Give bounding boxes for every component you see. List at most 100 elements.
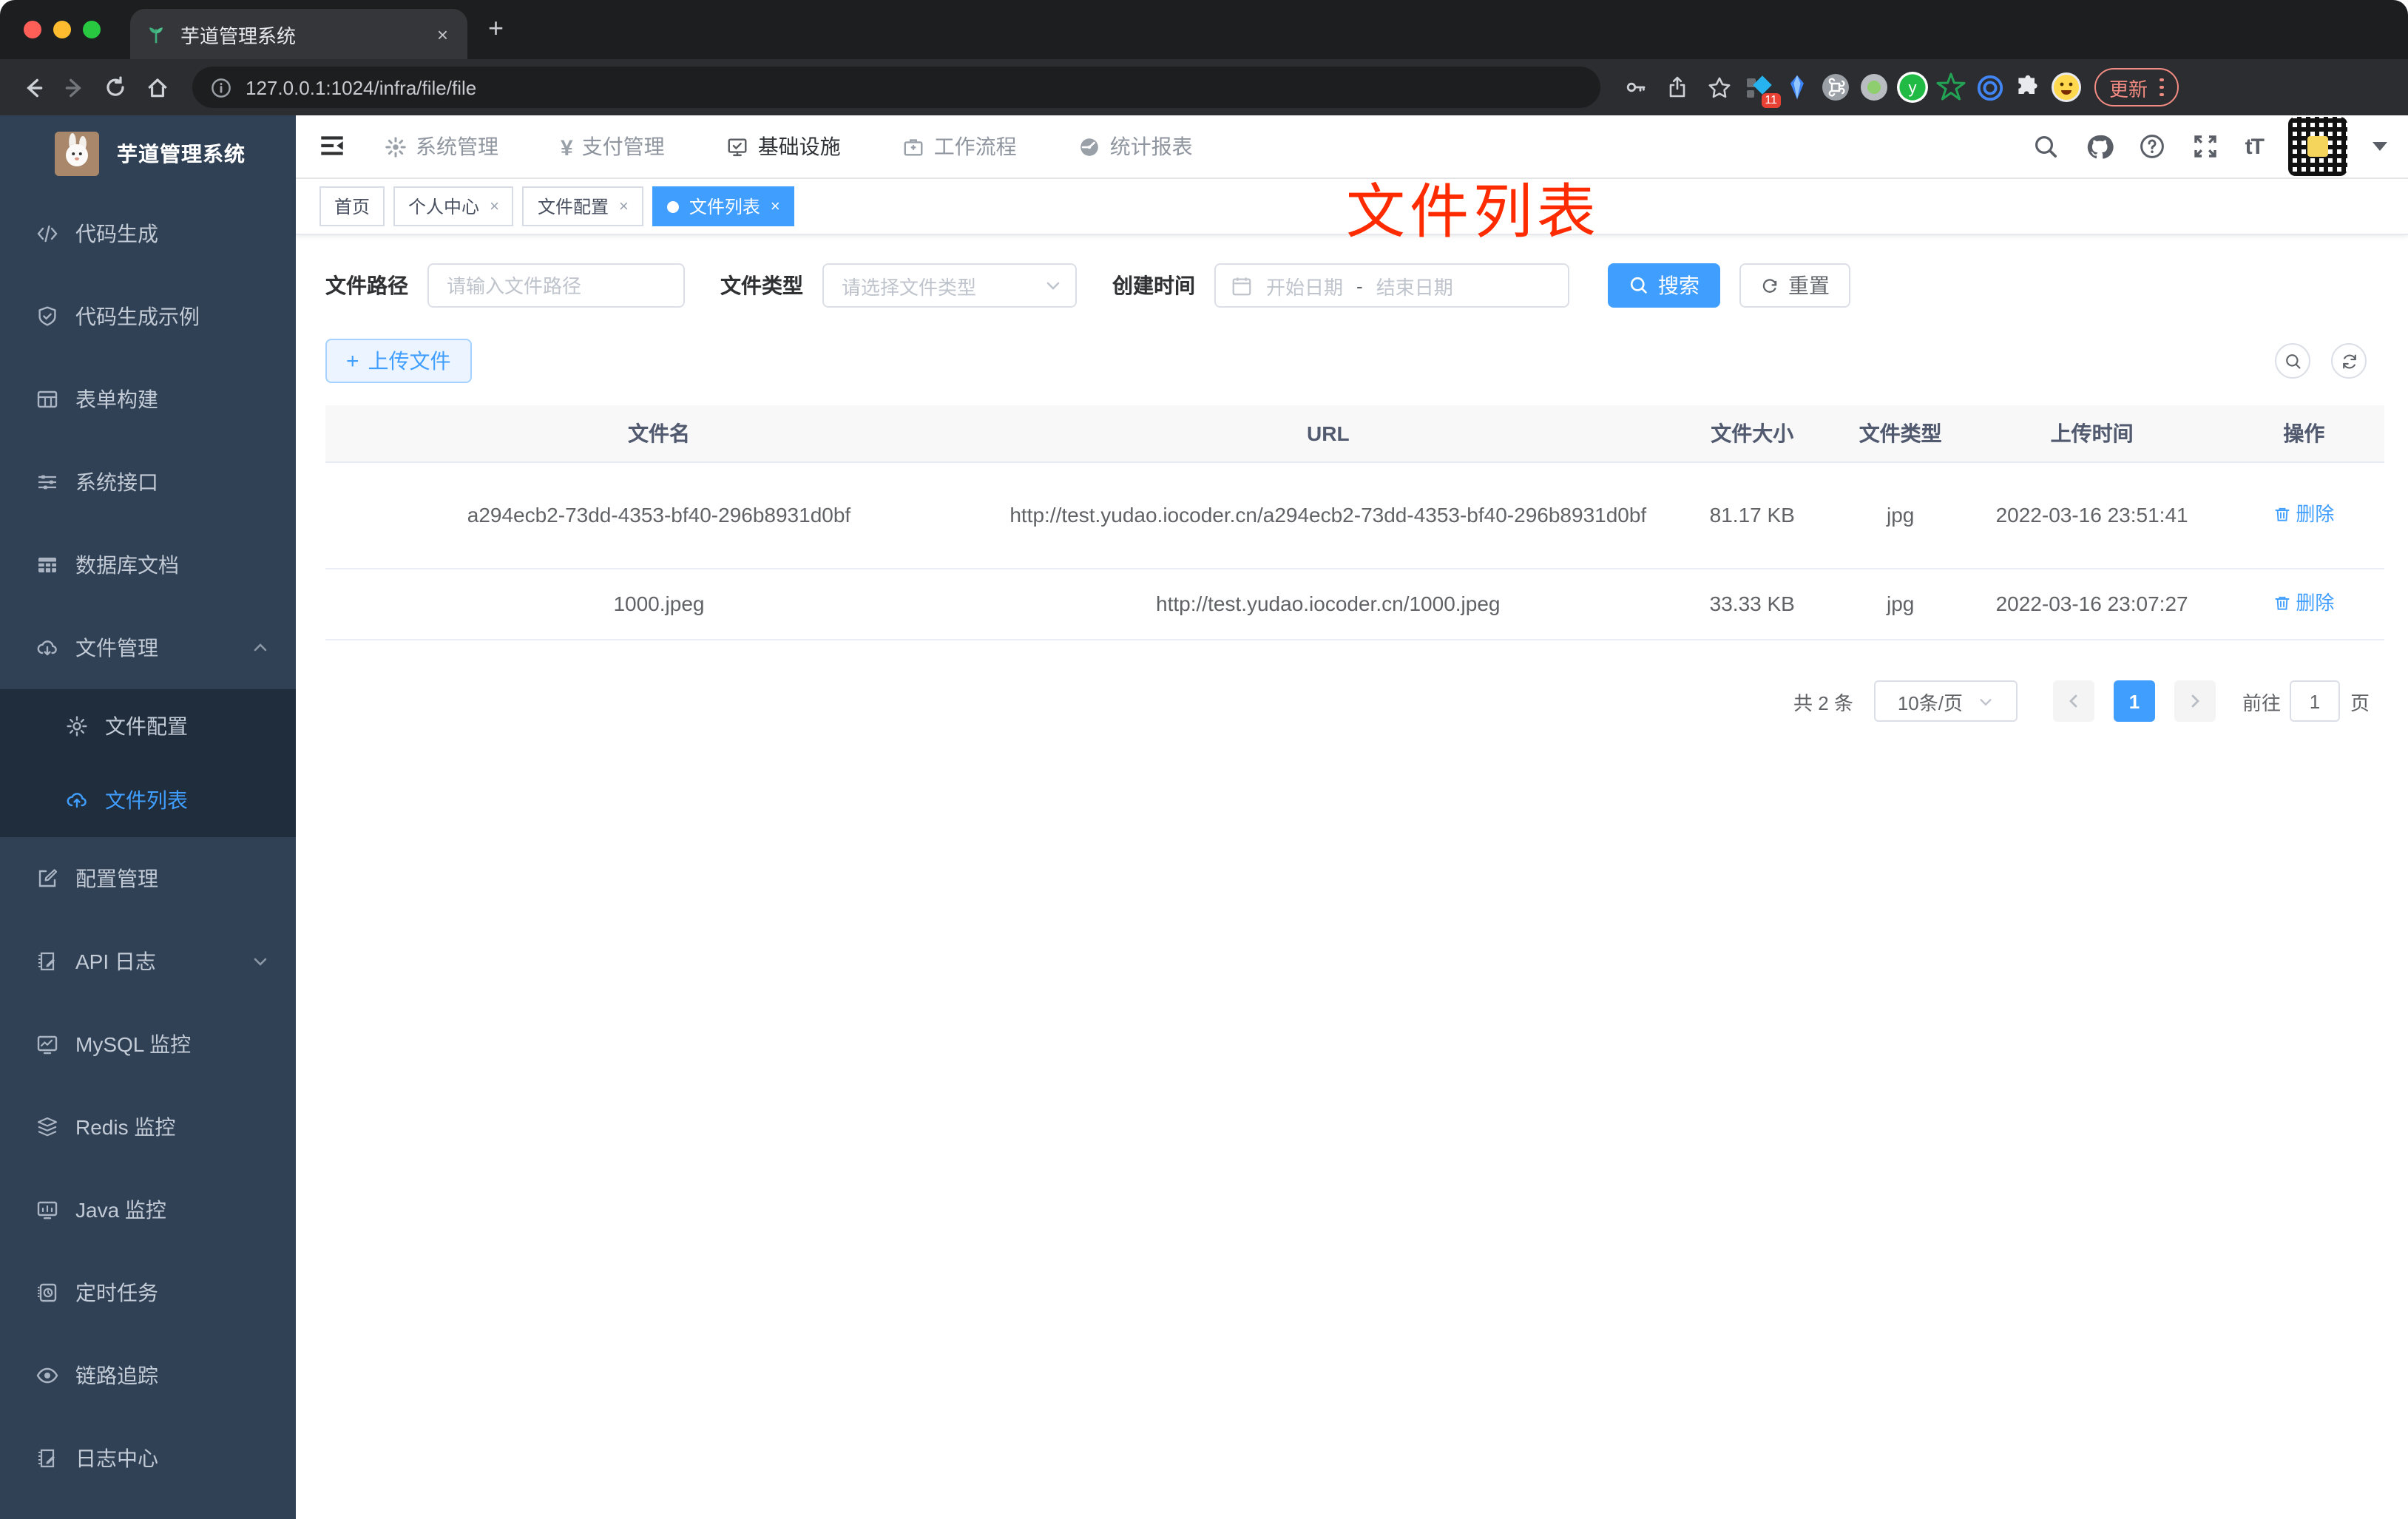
sidebar-logo-row[interactable]: 芋道管理系统 bbox=[0, 115, 296, 192]
back-icon[interactable] bbox=[15, 70, 50, 105]
cell-file-size: 81.17 KB bbox=[1709, 503, 1795, 527]
browser-update-button[interactable]: 更新 bbox=[2094, 68, 2179, 106]
goto-page-input[interactable] bbox=[2289, 680, 2340, 722]
sidebar-item-cron-job[interactable]: 定时任务 bbox=[0, 1251, 296, 1334]
sidebar-item-file-management[interactable]: 文件管理 bbox=[0, 606, 296, 689]
screen: 芋道管理系统 × + 127.0.0.1:1024/infra/file/fil… bbox=[0, 0, 2408, 1519]
sidebar-item-db-doc[interactable]: 数据库文档 bbox=[0, 524, 296, 606]
prev-page-button[interactable] bbox=[2052, 680, 2094, 722]
tag-close-icon[interactable]: × bbox=[619, 197, 629, 215]
form-table-icon bbox=[35, 388, 59, 411]
extension-puzzle-icon[interactable] bbox=[2012, 71, 2044, 104]
topnav-item-system[interactable]: 系统管理 bbox=[385, 132, 498, 161]
avatar-caret-icon[interactable] bbox=[2373, 142, 2387, 151]
window-zoom-button[interactable] bbox=[83, 21, 101, 38]
topnav-item-payment[interactable]: ¥ 支付管理 bbox=[561, 132, 665, 161]
tag-close-icon[interactable]: × bbox=[490, 197, 499, 215]
search-icon[interactable] bbox=[2032, 132, 2060, 160]
extension-command-icon[interactable] bbox=[1819, 71, 1852, 104]
page-size-select[interactable]: 10条/页 bbox=[1873, 680, 2018, 722]
delete-button[interactable]: 删除 bbox=[2273, 499, 2334, 530]
font-size-icon[interactable]: tT bbox=[2245, 134, 2265, 159]
browser-tab[interactable]: 芋道管理系统 × bbox=[130, 9, 467, 59]
topnav-item-workflow[interactable]: 工作流程 bbox=[903, 132, 1017, 161]
address-bar[interactable]: 127.0.0.1:1024/infra/file/file bbox=[192, 67, 1600, 108]
sidebar-item-mysql-monitor[interactable]: MySQL 监控 bbox=[0, 1003, 296, 1086]
search-button[interactable]: 搜索 bbox=[1608, 263, 1720, 308]
col-file-name: 文件名 bbox=[628, 421, 690, 444]
github-icon[interactable] bbox=[2086, 132, 2114, 160]
tab-close-icon[interactable]: × bbox=[433, 23, 453, 45]
extension-blue-swirl-icon[interactable] bbox=[1973, 71, 2006, 104]
cell-upload-time: 2022-03-16 23:51:41 bbox=[1995, 503, 2188, 527]
sidebar-item-java-monitor[interactable]: Java 监控 bbox=[0, 1168, 296, 1251]
tag-home[interactable]: 首页 bbox=[319, 186, 385, 226]
browser-toolbar: 127.0.0.1:1024/infra/file/file 11 y 更新 bbox=[0, 59, 2408, 115]
new-tab-button[interactable]: + bbox=[488, 13, 504, 43]
extension-badge: 11 bbox=[1761, 93, 1781, 108]
avatar[interactable] bbox=[2288, 117, 2347, 176]
window-close-button[interactable] bbox=[24, 21, 41, 38]
delete-button[interactable]: 删除 bbox=[2273, 588, 2334, 619]
monitor-icon bbox=[35, 1198, 59, 1222]
share-icon[interactable] bbox=[1660, 70, 1695, 105]
sidebar-item-config-management[interactable]: 配置管理 bbox=[0, 837, 296, 920]
forward-icon[interactable] bbox=[56, 70, 92, 105]
sidebar-item-code-gen[interactable]: 代码生成 bbox=[0, 192, 296, 275]
col-file-size: 文件大小 bbox=[1711, 421, 1794, 444]
end-date-placeholder[interactable]: 结束日期 bbox=[1376, 271, 1453, 300]
fullscreen-icon[interactable] bbox=[2192, 132, 2220, 160]
database-grid-icon bbox=[35, 553, 59, 577]
refresh-table-button[interactable] bbox=[2331, 343, 2367, 379]
col-upload-time: 上传时间 bbox=[2050, 421, 2134, 444]
site-info-icon[interactable] bbox=[210, 76, 232, 98]
extension-y-icon[interactable]: y bbox=[1896, 71, 1929, 104]
gear-icon bbox=[385, 135, 407, 158]
sidebar-item-file-config[interactable]: 文件配置 bbox=[0, 689, 296, 763]
help-icon[interactable] bbox=[2139, 132, 2167, 160]
sidebar-item-api-log[interactable]: API 日志 bbox=[0, 920, 296, 1003]
extension-gem-icon[interactable] bbox=[1781, 71, 1813, 104]
browser-menu-icon[interactable] bbox=[2160, 78, 2164, 97]
file-path-input[interactable] bbox=[429, 274, 683, 297]
sidebar-fold-icon[interactable] bbox=[317, 130, 349, 163]
sidebar-item-file-list[interactable]: 文件列表 bbox=[0, 763, 296, 837]
date-range-picker[interactable]: 开始日期 - 结束日期 bbox=[1214, 263, 1569, 308]
sidebar-menu: 代码生成 代码生成示例 表单构建 系统接口 数据库文档 文件管理 文件配置 文件… bbox=[0, 192, 296, 1500]
password-key-icon[interactable] bbox=[1618, 70, 1654, 105]
sidebar-item-system-api[interactable]: 系统接口 bbox=[0, 441, 296, 524]
upload-file-button[interactable]: + 上传文件 bbox=[325, 339, 472, 383]
extension-grey-dot-icon[interactable] bbox=[1858, 71, 1890, 104]
sidebar-item-form-builder[interactable]: 表单构建 bbox=[0, 358, 296, 441]
chevron-right-icon bbox=[2191, 694, 2199, 708]
tag-profile[interactable]: 个人中心 × bbox=[393, 186, 514, 226]
sidebar-item-trace[interactable]: 链路追踪 bbox=[0, 1334, 296, 1417]
extension-emoji-icon[interactable] bbox=[2050, 71, 2083, 104]
topnav-item-infra[interactable]: 基础设施 bbox=[727, 132, 841, 161]
topnav-item-report[interactable]: 统计报表 bbox=[1079, 132, 1193, 161]
chevron-up-icon bbox=[251, 639, 269, 657]
url-text: 127.0.0.1:1024/infra/file/file bbox=[246, 76, 477, 98]
extension-green-star-icon[interactable] bbox=[1935, 71, 1967, 104]
reload-icon[interactable] bbox=[98, 70, 133, 105]
file-type-select[interactable]: 请选择文件类型 bbox=[822, 263, 1077, 308]
toggle-search-button[interactable] bbox=[2275, 343, 2310, 379]
page-content: 文件路径 文件类型 请选择文件类型 创建时间 开始日期 - 结束日期 bbox=[296, 235, 2408, 722]
sidebar-item-log-center[interactable]: 日志中心 bbox=[0, 1417, 296, 1500]
tag-file-list[interactable]: 文件列表 × bbox=[652, 186, 795, 226]
page-number-current[interactable]: 1 bbox=[2113, 680, 2155, 722]
start-date-placeholder[interactable]: 开始日期 bbox=[1266, 271, 1343, 300]
reset-button[interactable]: 重置 bbox=[1739, 263, 1850, 308]
sidebar-item-code-demo[interactable]: 代码生成示例 bbox=[0, 275, 296, 358]
sidebar-item-redis-monitor[interactable]: Redis 监控 bbox=[0, 1086, 296, 1168]
extension-tampermonkey-icon[interactable]: 11 bbox=[1742, 71, 1781, 108]
tag-close-icon[interactable]: × bbox=[771, 197, 780, 215]
log-center-icon bbox=[35, 1447, 59, 1470]
home-icon[interactable] bbox=[139, 70, 175, 105]
navbar-right-tools: tT bbox=[2032, 117, 2387, 176]
next-page-button[interactable] bbox=[2174, 680, 2216, 722]
window-minimize-button[interactable] bbox=[53, 21, 71, 38]
tag-file-config[interactable]: 文件配置 × bbox=[522, 186, 643, 226]
bookmark-star-icon[interactable] bbox=[1701, 70, 1736, 105]
cloud-upload-icon bbox=[65, 788, 89, 812]
